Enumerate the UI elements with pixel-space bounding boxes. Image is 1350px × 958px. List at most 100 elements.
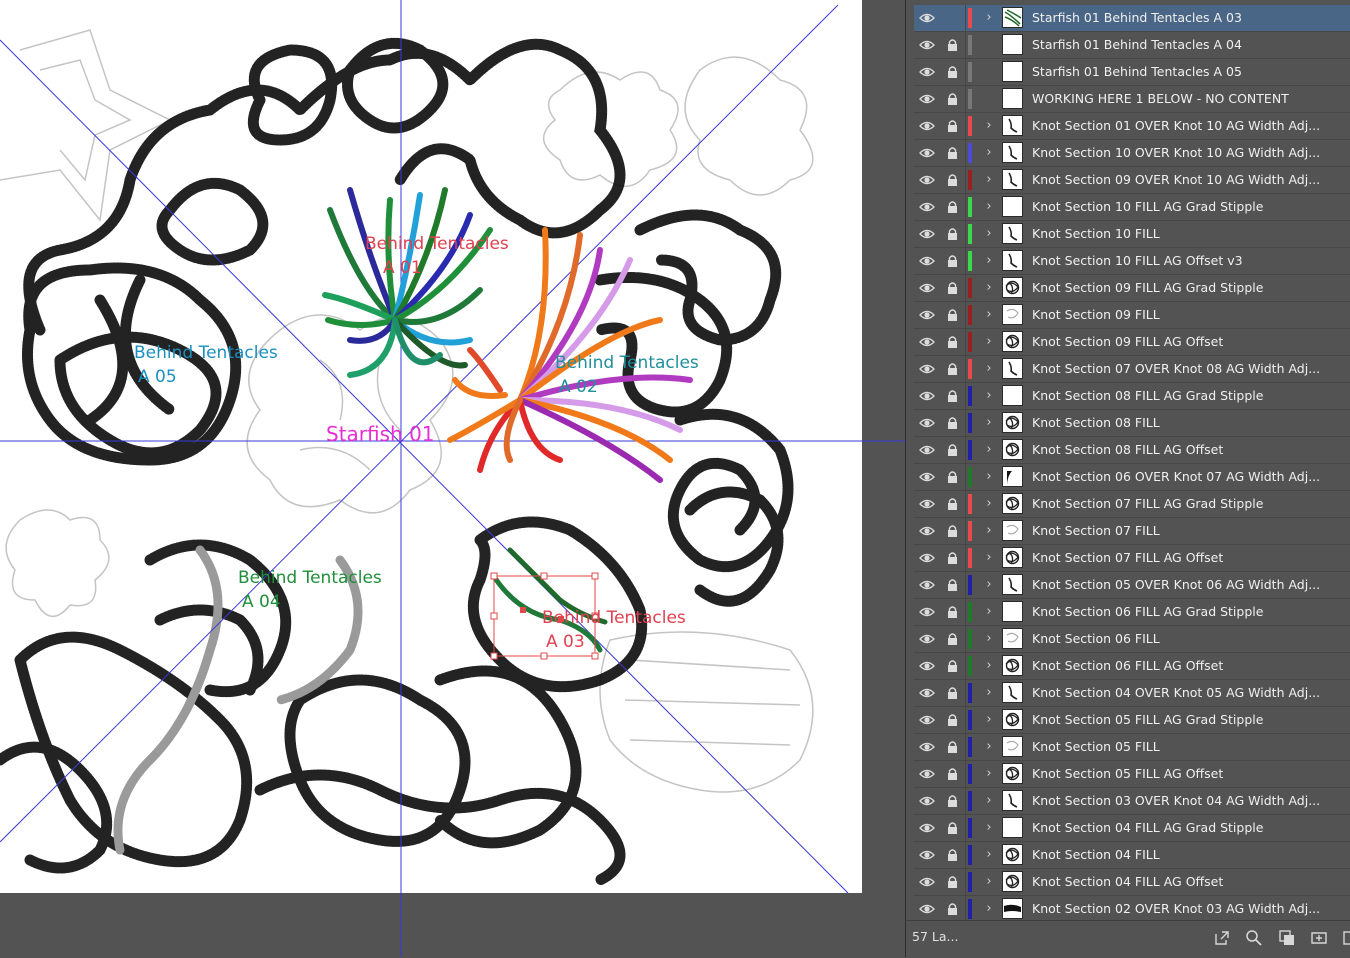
expand-chevron-icon[interactable]: › xyxy=(982,899,996,919)
visibility-eye-icon[interactable] xyxy=(919,389,935,403)
visibility-eye-icon[interactable] xyxy=(919,713,935,727)
lock-icon[interactable] xyxy=(947,92,958,106)
layer-name[interactable]: Knot Section 07 OVER Knot 08 AG Width Ad… xyxy=(1032,356,1332,382)
new-layer-icon[interactable] xyxy=(1342,929,1350,947)
layer-list[interactable]: › Starfish 01 Behind Tentacles A 03 Starfi… xyxy=(914,5,1350,950)
layer-row[interactable]: › Knot Section 01 OVER Knot 10 AG Width A… xyxy=(914,113,1350,140)
lock-icon[interactable] xyxy=(947,659,958,673)
expand-chevron-icon[interactable]: › xyxy=(982,764,996,784)
layer-row[interactable]: › Knot Section 04 FILL xyxy=(914,842,1350,869)
visibility-eye-icon[interactable] xyxy=(919,281,935,295)
layer-name[interactable]: Knot Section 10 FILL AG Grad Stipple xyxy=(1032,194,1332,220)
visibility-eye-icon[interactable] xyxy=(919,227,935,241)
new-sublayer-icon[interactable] xyxy=(1310,929,1328,947)
layer-name[interactable]: Knot Section 04 FILL AG Grad Stipple xyxy=(1032,815,1332,841)
layer-name[interactable]: Knot Section 04 OVER Knot 05 AG Width Ad… xyxy=(1032,680,1332,706)
visibility-eye-icon[interactable] xyxy=(919,659,935,673)
layer-row[interactable]: › Knot Section 04 FILL AG Grad Stipple xyxy=(914,815,1350,842)
lock-icon[interactable] xyxy=(947,767,958,781)
visibility-eye-icon[interactable] xyxy=(919,632,935,646)
expand-chevron-icon[interactable]: › xyxy=(982,386,996,406)
layer-row[interactable]: › Knot Section 09 FILL AG Grad Stipple xyxy=(914,275,1350,302)
lock-icon[interactable] xyxy=(947,470,958,484)
expand-chevron-icon[interactable]: › xyxy=(982,737,996,757)
lock-icon[interactable] xyxy=(947,362,958,376)
layer-row[interactable]: › Knot Section 07 FILL AG Grad Stipple xyxy=(914,491,1350,518)
visibility-eye-icon[interactable] xyxy=(919,38,935,52)
lock-icon[interactable] xyxy=(947,119,958,133)
visibility-eye-icon[interactable] xyxy=(919,902,935,916)
layer-name[interactable]: Knot Section 10 OVER Knot 10 AG Width Ad… xyxy=(1032,140,1332,166)
layer-name[interactable]: Starfish 01 Behind Tentacles A 03 xyxy=(1032,5,1332,31)
visibility-eye-icon[interactable] xyxy=(919,11,935,25)
lock-icon[interactable] xyxy=(947,38,958,52)
lock-icon[interactable] xyxy=(947,281,958,295)
expand-chevron-icon[interactable]: › xyxy=(982,440,996,460)
expand-chevron-icon[interactable]: › xyxy=(982,791,996,811)
layer-name[interactable]: Knot Section 09 FILL AG Offset xyxy=(1032,329,1332,355)
visibility-eye-icon[interactable] xyxy=(919,362,935,376)
layer-row[interactable]: › Knot Section 06 FILL AG Grad Stipple xyxy=(914,599,1350,626)
layer-name[interactable]: Knot Section 02 OVER Knot 03 AG Width Ad… xyxy=(1032,896,1332,922)
visibility-eye-icon[interactable] xyxy=(919,740,935,754)
layer-name[interactable]: Knot Section 09 OVER Knot 10 AG Width Ad… xyxy=(1032,167,1332,193)
layer-row[interactable]: › Knot Section 10 OVER Knot 10 AG Width A… xyxy=(914,140,1350,167)
layer-name[interactable]: Knot Section 09 FILL AG Grad Stipple xyxy=(1032,275,1332,301)
layer-name[interactable]: Knot Section 05 FILL xyxy=(1032,734,1332,760)
expand-chevron-icon[interactable]: › xyxy=(982,413,996,433)
layer-row[interactable]: › Knot Section 06 OVER Knot 07 AG Width A… xyxy=(914,464,1350,491)
layer-name[interactable]: Knot Section 08 FILL AG Grad Stipple xyxy=(1032,383,1332,409)
lock-icon[interactable] xyxy=(947,875,958,889)
lock-icon[interactable] xyxy=(947,200,958,214)
expand-chevron-icon[interactable]: › xyxy=(982,467,996,487)
expand-chevron-icon[interactable]: › xyxy=(982,197,996,217)
layer-row[interactable]: › Knot Section 07 FILL AG Offset xyxy=(914,545,1350,572)
expand-chevron-icon[interactable]: › xyxy=(982,656,996,676)
layer-name[interactable]: Knot Section 06 OVER Knot 07 AG Width Ad… xyxy=(1032,464,1332,490)
lock-icon[interactable] xyxy=(947,605,958,619)
expand-chevron-icon[interactable]: › xyxy=(982,629,996,649)
expand-chevron-icon[interactable]: › xyxy=(982,710,996,730)
expand-chevron-icon[interactable]: › xyxy=(982,359,996,379)
visibility-eye-icon[interactable] xyxy=(919,686,935,700)
layer-row[interactable]: › Knot Section 05 FILL AG Grad Stipple xyxy=(914,707,1350,734)
layer-name[interactable]: Starfish 01 Behind Tentacles A 04 xyxy=(1032,32,1332,58)
visibility-eye-icon[interactable] xyxy=(919,875,935,889)
expand-chevron-icon[interactable]: › xyxy=(982,548,996,568)
visibility-eye-icon[interactable] xyxy=(919,524,935,538)
layer-row[interactable]: › Knot Section 08 FILL AG Grad Stipple xyxy=(914,383,1350,410)
layer-row[interactable]: › Knot Section 07 FILL xyxy=(914,518,1350,545)
lock-icon[interactable] xyxy=(947,497,958,511)
layer-row[interactable]: › Knot Section 10 FILL AG Grad Stipple xyxy=(914,194,1350,221)
visibility-eye-icon[interactable] xyxy=(919,443,935,457)
layer-name[interactable]: Knot Section 09 FILL xyxy=(1032,302,1332,328)
layer-row[interactable]: › Knot Section 05 OVER Knot 06 AG Width A… xyxy=(914,572,1350,599)
lock-icon[interactable] xyxy=(947,821,958,835)
expand-chevron-icon[interactable]: › xyxy=(982,332,996,352)
layer-row[interactable]: › Knot Section 07 OVER Knot 08 AG Width A… xyxy=(914,356,1350,383)
expand-chevron-icon[interactable]: › xyxy=(982,143,996,163)
export-icon[interactable] xyxy=(1213,929,1231,947)
layer-row[interactable]: › Knot Section 08 FILL xyxy=(914,410,1350,437)
layer-row[interactable]: › Knot Section 05 FILL xyxy=(914,734,1350,761)
visibility-eye-icon[interactable] xyxy=(919,848,935,862)
layer-name[interactable]: Knot Section 04 FILL AG Offset xyxy=(1032,869,1332,895)
layer-name[interactable]: Knot Section 04 FILL xyxy=(1032,842,1332,868)
layer-row[interactable]: › Knot Section 05 FILL AG Offset xyxy=(914,761,1350,788)
lock-icon[interactable] xyxy=(947,713,958,727)
visibility-eye-icon[interactable] xyxy=(919,767,935,781)
lock-icon[interactable] xyxy=(947,308,958,322)
layer-row[interactable]: › Knot Section 04 FILL AG Offset xyxy=(914,869,1350,896)
expand-chevron-icon[interactable]: › xyxy=(982,575,996,595)
lock-icon[interactable] xyxy=(947,416,958,430)
visibility-eye-icon[interactable] xyxy=(919,821,935,835)
expand-chevron-icon[interactable]: › xyxy=(982,521,996,541)
lock-icon[interactable] xyxy=(947,65,958,79)
layer-name[interactable]: Knot Section 03 OVER Knot 04 AG Width Ad… xyxy=(1032,788,1332,814)
layer-name[interactable]: Knot Section 01 OVER Knot 10 AG Width Ad… xyxy=(1032,113,1332,139)
layer-row[interactable]: › Knot Section 03 OVER Knot 04 AG Width A… xyxy=(914,788,1350,815)
layer-row[interactable]: Starfish 01 Behind Tentacles A 04 xyxy=(914,32,1350,59)
lock-icon[interactable] xyxy=(947,551,958,565)
layer-name[interactable]: WORKING HERE 1 BELOW - NO CONTENT xyxy=(1032,86,1332,112)
visibility-eye-icon[interactable] xyxy=(919,146,935,160)
